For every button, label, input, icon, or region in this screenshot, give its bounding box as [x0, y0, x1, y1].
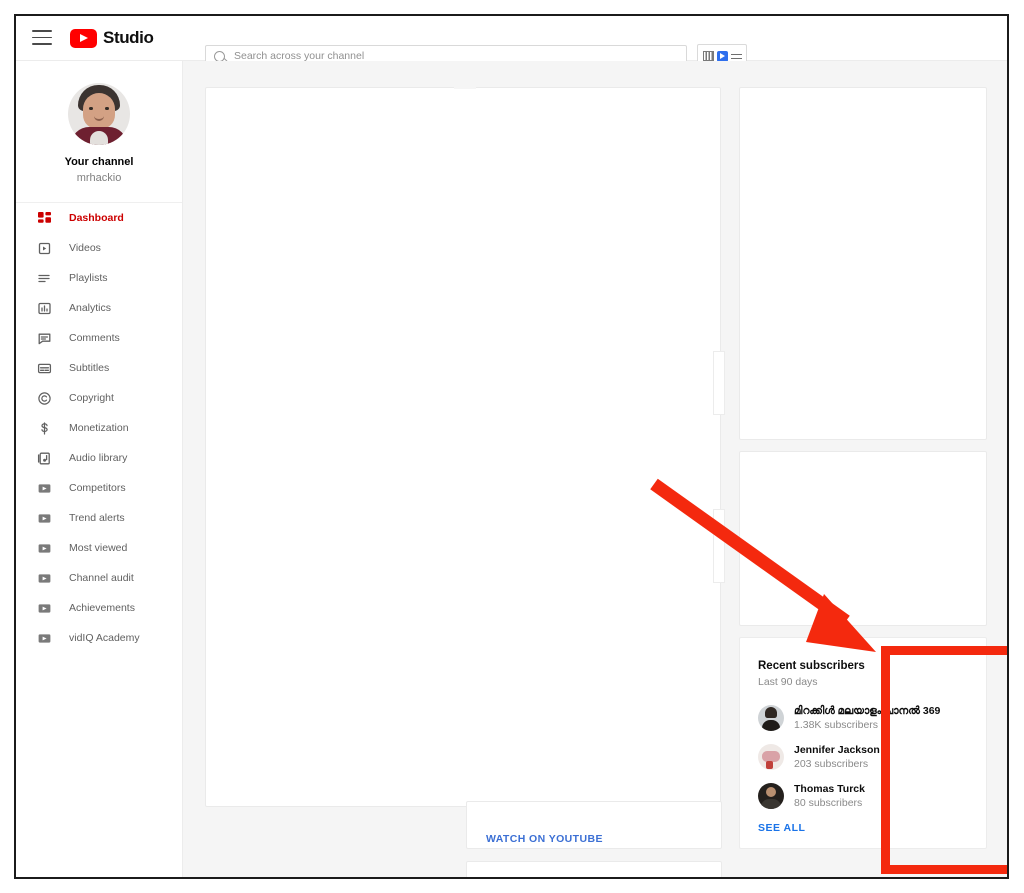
- vidiq-play-icon: [37, 511, 52, 526]
- sidebar-item-subtitles[interactable]: Subtitles: [16, 353, 182, 383]
- channel-avatar[interactable]: [68, 83, 130, 145]
- youtube-studio-logo[interactable]: Studio: [70, 28, 154, 48]
- bottom-loading-card-2: [466, 861, 722, 877]
- vidiq-play-icon: [37, 571, 52, 586]
- sidebar-item-dashboard[interactable]: Dashboard: [16, 203, 182, 233]
- sidebar-item-label: Competitors: [69, 482, 126, 494]
- sidebar-item-label: Copyright: [69, 392, 114, 404]
- subscriber-count: 1.38K subscribers: [794, 718, 879, 731]
- sidebar-item-label: Monetization: [69, 422, 129, 434]
- sidebar-item-monetization[interactable]: Monetization: [16, 413, 182, 443]
- comment-icon: [37, 331, 52, 346]
- studio-header: Studio: [16, 16, 1007, 68]
- sidebar-item-label: Audio library: [69, 452, 128, 464]
- hamburger-menu-icon[interactable]: [730, 51, 742, 62]
- card-edge-sliver: [713, 351, 725, 415]
- vidiq-play-icon: [37, 631, 52, 646]
- subscriber-name: Jennifer Jackson: [794, 743, 880, 756]
- subscriber-avatar-2: [758, 743, 784, 770]
- youtube-play-icon: [70, 28, 97, 48]
- subscriber-avatar-1: [758, 704, 784, 731]
- recent-subscribers-title: Recent subscribers: [758, 660, 865, 672]
- sidebar-item-competitors[interactable]: Competitors: [16, 473, 182, 503]
- audio-library-icon: [37, 451, 52, 466]
- watch-on-youtube-link[interactable]: WATCH ON YOUTUBE: [486, 833, 603, 845]
- subscriber-row[interactable]: Jennifer Jackson 203 subscribers: [758, 737, 968, 776]
- dashboard-content: WATCH ON YOUTUBE How to Recent subscribe…: [183, 61, 1007, 877]
- sidebar-item-playlists[interactable]: Playlists: [16, 263, 182, 293]
- sidebar-item-analytics[interactable]: Analytics: [16, 293, 182, 323]
- sidebar-item-label: vidIQ Academy: [69, 632, 140, 644]
- sidebar-item-label: Trend alerts: [69, 512, 125, 524]
- sidebar-item-label: Most viewed: [69, 542, 128, 554]
- main-loading-card: [205, 87, 721, 807]
- sidebar-item-vidiq-academy[interactable]: vidIQ Academy: [16, 623, 182, 653]
- your-channel-label: Your channel: [64, 156, 134, 168]
- playlist-icon: [37, 271, 52, 286]
- card-notch: [454, 83, 476, 89]
- sidebar-item-comments[interactable]: Comments: [16, 323, 182, 353]
- sidebar-item-label: Comments: [69, 332, 120, 344]
- sidebar: Your channel mrhackio Dashboard Videos P…: [16, 61, 183, 877]
- sidebar-item-label: Dashboard: [69, 212, 124, 224]
- sidebar-item-copyright[interactable]: Copyright: [16, 383, 182, 413]
- see-all-link[interactable]: SEE ALL: [758, 822, 805, 834]
- sidebar-item-label: Analytics: [69, 302, 112, 314]
- sidebar-item-videos[interactable]: Videos: [16, 233, 182, 263]
- analytics-icon: [37, 301, 52, 316]
- sidebar-item-label: Playlists: [69, 272, 108, 284]
- subscriber-row[interactable]: മിറക്കിൾ മലയാളം ചാനൽ 369 1.38K subscribe…: [758, 698, 968, 737]
- dashboard-icon: [37, 211, 52, 226]
- sidebar-item-achievements[interactable]: Achievements: [16, 593, 182, 623]
- sidebar-item-audio-library[interactable]: Audio library: [16, 443, 182, 473]
- channel-summary: Your channel mrhackio: [16, 61, 182, 203]
- vidiq-play-icon: [37, 601, 52, 616]
- sidebar-item-channel-audit[interactable]: Channel audit: [16, 563, 182, 593]
- subscriber-avatar-3: [758, 782, 784, 809]
- right-rail-loading-card-1: [739, 87, 987, 440]
- subtitles-icon: [37, 361, 52, 376]
- subscriber-count: 80 subscribers: [794, 796, 863, 809]
- right-rail-loading-card-2: [739, 451, 987, 626]
- video-icon: [37, 241, 52, 256]
- vidiq-play-icon[interactable]: [716, 50, 728, 62]
- subscriber-count: 203 subscribers: [794, 757, 869, 770]
- sidebar-item-label: Achievements: [69, 602, 135, 614]
- dollar-icon: [37, 421, 52, 436]
- vidiq-play-icon: [37, 481, 52, 496]
- subscriber-row[interactable]: Thomas Turck 80 subscribers: [758, 776, 968, 815]
- sidebar-item-label: Channel audit: [69, 572, 134, 584]
- card-edge-sliver: [713, 509, 725, 583]
- sidebar-item-label: Videos: [69, 242, 101, 254]
- channel-handle: mrhackio: [76, 172, 122, 184]
- sidebar-item-label: Subtitles: [69, 362, 110, 374]
- subscriber-name: മിറക്കിൾ മലയാളം ചാനൽ 369: [794, 704, 941, 717]
- sidebar-item-most-viewed[interactable]: Most viewed: [16, 533, 182, 563]
- sidebar-item-trend-alerts[interactable]: Trend alerts: [16, 503, 182, 533]
- search-icon: [214, 50, 225, 62]
- vidiq-play-icon: [37, 541, 52, 556]
- subscriber-name: Thomas Turck: [794, 782, 865, 795]
- recent-subscribers-card: Recent subscribers Last 90 days മിറക്കിൾ…: [739, 637, 987, 849]
- chart-bar-icon[interactable]: [702, 50, 714, 62]
- browser-screenshot-frame: Studio Your channel mrhackio: [14, 14, 1009, 879]
- copyright-icon: [37, 391, 52, 406]
- hamburger-menu-icon[interactable]: [32, 30, 52, 46]
- studio-brand-label: Studio: [103, 28, 154, 47]
- recent-subscribers-subtitle: Last 90 days: [758, 676, 818, 688]
